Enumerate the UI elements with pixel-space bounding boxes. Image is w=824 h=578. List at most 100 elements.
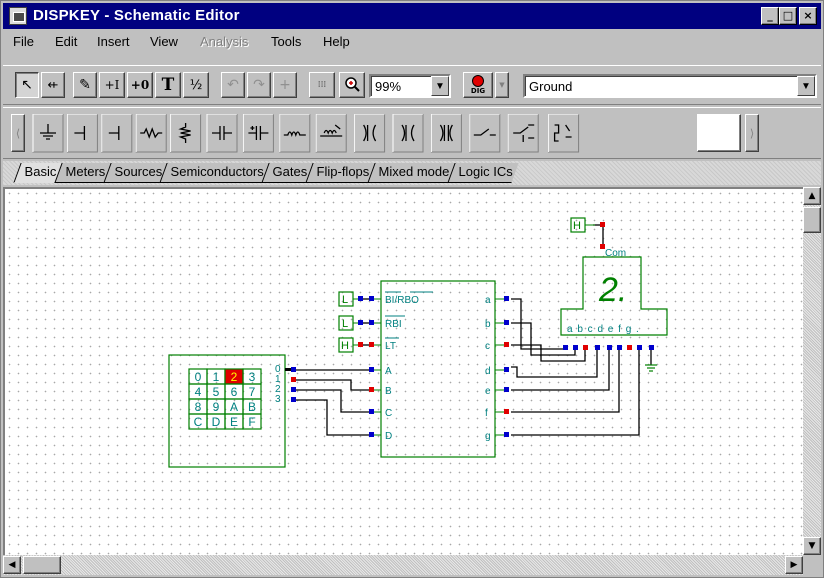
keypad-key[interactable]: 0 [188, 368, 208, 385]
edit-tool-button[interactable]: ½ [183, 72, 209, 98]
palette-polarized-cap-button[interactable] [242, 114, 274, 153]
zero-cursor-button[interactable]: +0 [127, 72, 153, 98]
palette-coupled-coil2-button[interactable] [392, 114, 424, 153]
keypad-pin-2[interactable] [291, 387, 296, 392]
undo-button[interactable]: ↶ [221, 72, 245, 98]
wire[interactable] [511, 349, 640, 436]
keypad-key[interactable]: 1 [206, 368, 226, 385]
keypad-pin-0[interactable] [291, 367, 296, 372]
keypad-key[interactable]: D [206, 413, 226, 430]
decoder-input-pin[interactable] [369, 296, 374, 301]
palette-inductor-button[interactable] [170, 114, 202, 153]
display-segment-pin[interactable] [595, 345, 600, 350]
logic-input-lt[interactable]: H [338, 337, 363, 353]
keypad-pin-1[interactable] [291, 377, 296, 382]
pencil-tool-button[interactable]: ✎ [73, 72, 97, 98]
keypad-key[interactable]: F [242, 413, 262, 430]
decoder-output-pin[interactable] [504, 409, 509, 414]
decoder-output-pin[interactable] [504, 432, 509, 437]
tab-logic-ics[interactable]: Logic ICs [447, 163, 519, 183]
decoder-output-pin[interactable] [504, 320, 509, 325]
keypad-key[interactable]: 2 [224, 368, 244, 385]
palette-cap-symbol-button[interactable] [206, 114, 238, 153]
wire[interactable] [295, 389, 371, 413]
display-segment-pin[interactable] [573, 345, 578, 350]
pointer-tool-button[interactable]: ↖ [15, 72, 39, 98]
scroll-up-button[interactable]: ▲ [803, 187, 821, 205]
tab-flip-flops[interactable]: Flip-flops [305, 163, 376, 183]
menu-view[interactable]: View [150, 34, 178, 49]
palette-coil-button[interactable] [279, 114, 311, 153]
palette-coupled-coil3-button[interactable] [430, 114, 462, 153]
palette-capacitor-button[interactable] [101, 114, 133, 153]
component-select[interactable]: Ground ▼ [523, 74, 817, 98]
scroll-right-button[interactable]: ▶ [785, 556, 803, 574]
wire[interactable] [295, 379, 371, 391]
text-cursor-button[interactable]: +I [99, 72, 125, 98]
app-icon[interactable] [9, 7, 27, 25]
palette-scroll-right[interactable]: ⟩ [745, 114, 759, 152]
palette-switch-button[interactable] [469, 114, 501, 153]
palette-dpdt-switch-button[interactable] [507, 114, 539, 153]
seven-segment-display[interactable]: Com 2. a b c d e f g . [560, 248, 668, 350]
decoder-input-pin[interactable] [369, 342, 374, 347]
display-segment-pin[interactable] [637, 345, 642, 350]
menu-help[interactable]: Help [323, 34, 350, 49]
zoom-button[interactable] [339, 72, 365, 98]
vertical-scroll-thumb[interactable] [803, 207, 821, 233]
palette-resistor-button[interactable] [135, 114, 167, 153]
size-grip[interactable] [803, 555, 821, 575]
horizontal-scrollbar[interactable]: ◀ ▶ [3, 555, 803, 575]
keypad-key[interactable]: 9 [206, 398, 226, 415]
keypad-key[interactable]: E [224, 413, 244, 430]
menu-tools[interactable]: Tools [271, 34, 301, 49]
minimize-button[interactable]: _ [761, 7, 779, 25]
wire-tool-button[interactable]: ⇷ [41, 72, 65, 98]
palette-relay-button[interactable] [548, 114, 580, 153]
keypad-pin-3[interactable] [291, 397, 296, 402]
maximize-button[interactable]: □ [779, 7, 797, 25]
display-segment-pin[interactable] [563, 345, 568, 350]
decoder-input-pin[interactable] [369, 409, 374, 414]
text-tool-button[interactable]: T [155, 72, 181, 98]
keypad-key[interactable]: C [188, 413, 208, 430]
logic-input-rbi[interactable]: L [338, 315, 363, 331]
tab-sources[interactable]: Sources [102, 163, 168, 183]
palette-ground-button[interactable] [32, 114, 64, 153]
display-segment-pin[interactable] [617, 345, 622, 350]
grid-toggle-button[interactable]: ⁞⁞⁞ [309, 72, 335, 98]
decoder-output-pin[interactable] [504, 342, 509, 347]
wire[interactable] [511, 349, 620, 413]
decoder-output-pin[interactable] [504, 387, 509, 392]
keypad-key[interactable]: 8 [188, 398, 208, 415]
ground-symbol[interactable] [645, 364, 657, 372]
display-segment-pin[interactable] [583, 345, 588, 350]
junction-button[interactable]: + [273, 72, 297, 98]
zoom-select[interactable]: 99% ▼ [369, 74, 451, 98]
palette-battery-button[interactable] [66, 114, 98, 153]
wire[interactable] [511, 298, 565, 350]
zoom-dropdown-arrow[interactable]: ▼ [431, 76, 449, 96]
display-segment-pin[interactable] [607, 345, 612, 350]
menu-file[interactable]: File [13, 34, 34, 49]
keypad-key[interactable]: B [242, 398, 262, 415]
schematic-canvas[interactable]: 0123456789ABCDEF 0 1 2 3 L L H H BI/RBO … [3, 187, 803, 555]
bcd-decoder[interactable]: BI/RBO RBI LT ABC D a bc def g [369, 280, 509, 458]
scroll-left-button[interactable]: ◀ [3, 556, 21, 574]
decoder-input-pin[interactable] [369, 387, 374, 392]
decoder-output-pin[interactable] [504, 367, 509, 372]
display-segment-pin[interactable] [627, 345, 632, 350]
component-dropdown-arrow[interactable]: ▼ [797, 76, 815, 96]
palette-coupled-coil-button[interactable] [354, 114, 386, 153]
keypad-key[interactable]: 4 [188, 383, 208, 400]
logic-input-bi[interactable]: L [338, 291, 363, 307]
keypad-key[interactable]: 6 [224, 383, 244, 400]
tab-semiconductors[interactable]: Semiconductors [159, 163, 271, 183]
decoder-output-pin[interactable] [504, 296, 509, 301]
menu-insert[interactable]: Insert [97, 34, 130, 49]
keypad-key[interactable]: 7 [242, 383, 262, 400]
tab-mixed-mode[interactable]: Mixed mode [367, 163, 456, 183]
schematic-drawing[interactable]: 0123456789ABCDEF 0 1 2 3 L L [5, 189, 801, 555]
menu-analysis[interactable]: Analysis [200, 34, 248, 49]
decoder-input-pin[interactable] [369, 320, 374, 325]
